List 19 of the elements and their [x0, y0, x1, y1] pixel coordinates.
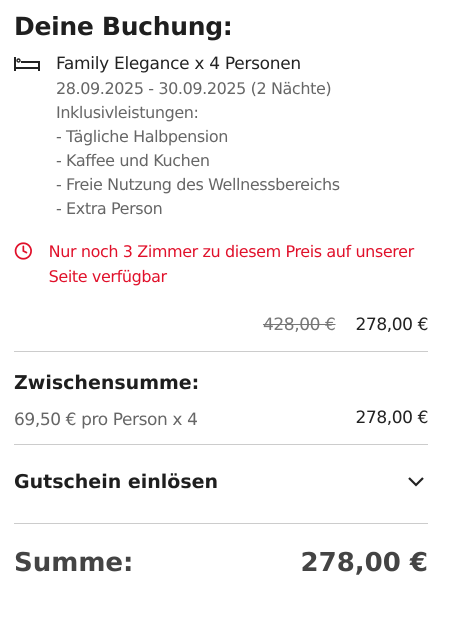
subtotal-heading: Zwischensumme: — [14, 372, 200, 394]
inclusion-item: - Tägliche Halbpension — [56, 126, 229, 148]
original-price: 428,00 € — [262, 315, 336, 335]
price-per-person: 69,50 € pro Person x 4 — [14, 409, 198, 432]
inclusion-item: - Extra Person — [56, 198, 164, 220]
inclusion-item: - Kaffee und Kuchen — [56, 150, 211, 172]
stay-dates: 28.09.2025 - 30.09.2025 (2 Nächte) — [56, 78, 332, 100]
bed-icon — [14, 56, 40, 72]
inclusions-label: Inklusivleistungen: — [56, 102, 200, 124]
voucher-toggle[interactable]: Gutschein einlösen — [14, 445, 428, 524]
chevron-icon — [406, 476, 426, 488]
inclusion-item: - Freie Nutzung des Wellnessbereichs — [56, 174, 340, 196]
discounted-price: 278,00 € — [355, 315, 428, 335]
subtotal-amount: 278,00 € — [355, 408, 428, 430]
total-amount: 278,00 € — [300, 548, 428, 578]
room-name: Family Elegance x 4 Personen — [56, 53, 302, 76]
booking-title: Deine Buchung: — [14, 12, 234, 41]
availability-notice: Nur noch 3 Zimmer zu diesem Preis auf unserer Seite verfügbar — [48, 241, 416, 288]
total-label: Summe: — [14, 548, 134, 578]
